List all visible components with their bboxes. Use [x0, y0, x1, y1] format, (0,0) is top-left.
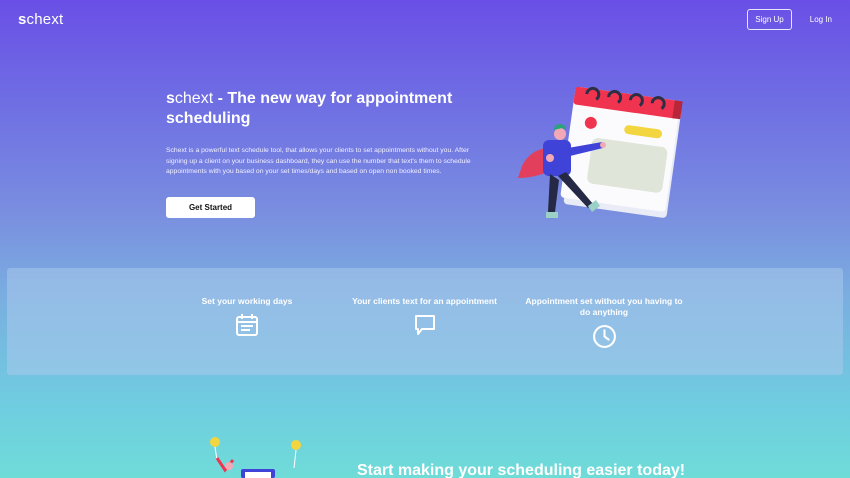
feature-clients-text: Your clients text for an appointment [347, 296, 502, 337]
feature-working-days: Set your working days [192, 296, 302, 337]
login-link[interactable]: Log In [810, 15, 832, 24]
feature-title: Appointment set without you having to do… [525, 296, 683, 317]
message-icon [414, 315, 435, 335]
cta-title: Start making your scheduling easier toda… [357, 462, 686, 478]
clock-icon [592, 325, 616, 348]
hero-description: Schext is a powerful text schedule tool,… [166, 147, 471, 175]
celebration-illustration [210, 437, 301, 478]
calendar-illustration [518, 86, 683, 218]
feature-title: Set your working days [201, 296, 293, 306]
calendar-icon [236, 314, 258, 336]
feature-title: Your clients text for an appointment [352, 296, 497, 306]
get-started-button[interactable]: Get Started [166, 196, 255, 218]
feature-appointment-set: Appointment set without you having to do… [525, 296, 683, 349]
signup-button[interactable]: Sign Up [747, 8, 792, 30]
hero-section: schext - The new way for appointment sch… [166, 89, 496, 218]
features-panel: Set your working days Your clients text … [7, 268, 843, 375]
top-nav: schext Sign Up Log In [0, 0, 850, 38]
hero-title: schext - The new way for appointment sch… [166, 90, 453, 127]
logo[interactable]: schext [18, 11, 63, 28]
nav-actions: Sign Up Log In [747, 8, 832, 30]
